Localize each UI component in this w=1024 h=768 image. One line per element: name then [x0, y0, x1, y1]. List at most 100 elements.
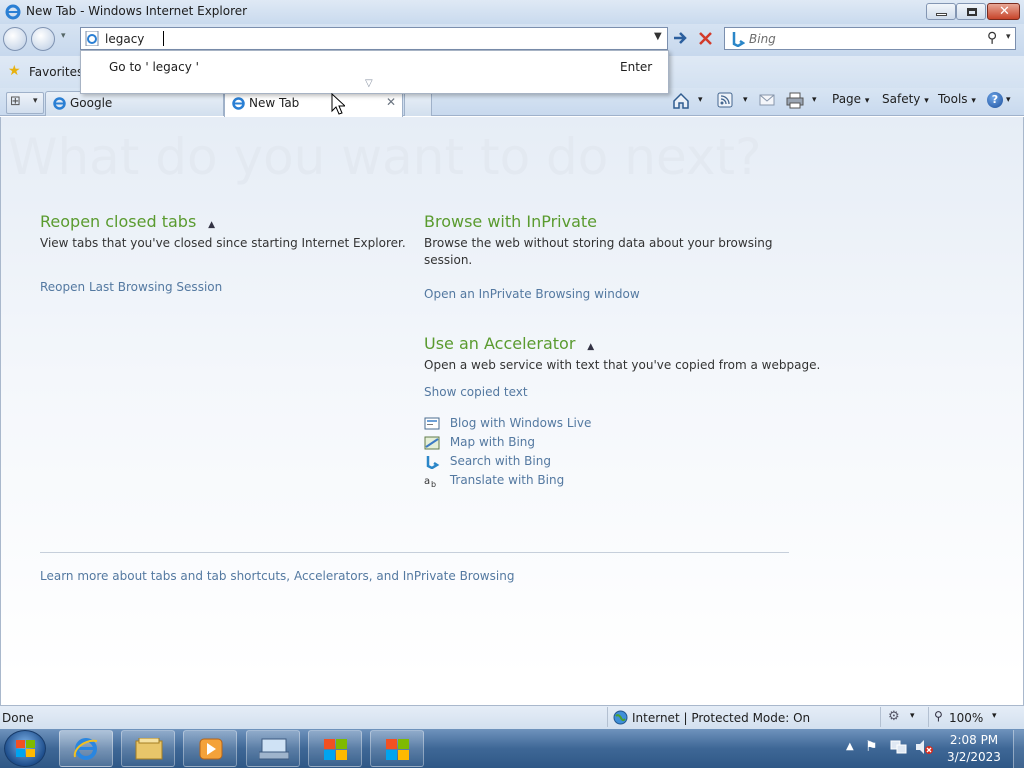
- clock-date: 3/2/2023: [947, 750, 1001, 764]
- ie-page-icon: [53, 97, 66, 110]
- ie-logo-icon: [5, 4, 21, 20]
- tools-menu-label: Tools: [938, 92, 968, 106]
- collapse-icon[interactable]: ▲: [587, 342, 594, 352]
- quick-tabs-button[interactable]: ⊞ ▾: [6, 92, 44, 114]
- taskbar-windows-app-2[interactable]: [370, 730, 424, 767]
- back-button[interactable]: [3, 27, 27, 51]
- favorites-button[interactable]: Favorites: [29, 65, 83, 79]
- media-player-icon: [199, 738, 223, 760]
- search-icon[interactable]: ⚲: [987, 30, 997, 46]
- address-input[interactable]: legacy: [105, 32, 144, 46]
- start-button[interactable]: [4, 730, 46, 767]
- text-cursor: [163, 31, 164, 46]
- bing-icon: [426, 455, 440, 469]
- windows-logo-icon: [16, 740, 35, 757]
- goto-suggestion[interactable]: Go to ' legacy ': [109, 60, 199, 74]
- map-icon: [424, 436, 440, 449]
- address-dropdown-icon[interactable]: ▼: [654, 31, 662, 42]
- address-bar[interactable]: legacy ▼: [80, 27, 668, 50]
- clock[interactable]: 2:08 PM 3/2/2023: [940, 733, 1008, 764]
- search-options-icon[interactable]: ▾: [1006, 32, 1011, 42]
- accelerator-description: Open a web service with text that you've…: [424, 358, 821, 372]
- show-hidden-icons[interactable]: ▲: [846, 741, 854, 752]
- translate-icon: ab: [424, 476, 436, 489]
- accelerator-item[interactable]: Search with Bing: [424, 454, 551, 469]
- security-zone[interactable]: Internet | Protected Mode: On: [632, 711, 810, 725]
- reopen-description: View tabs that you've closed since start…: [40, 236, 406, 250]
- status-divider: [928, 707, 929, 727]
- taskbar-media-player[interactable]: [183, 730, 237, 767]
- stop-x-icon: [699, 32, 712, 45]
- print-dropdown-icon[interactable]: ▾: [812, 95, 817, 105]
- open-inprivate-link[interactable]: Open an InPrivate Browsing window: [424, 287, 640, 301]
- close-tab-icon[interactable]: ✕: [386, 95, 396, 109]
- accelerator-item[interactable]: Map with Bing: [424, 435, 535, 450]
- accelerator-item[interactable]: ab Translate with Bing: [424, 473, 565, 489]
- page-menu[interactable]: Page ▾: [832, 92, 869, 106]
- stop-button[interactable]: [695, 28, 716, 49]
- ie-logo-icon: [73, 738, 98, 760]
- volume-muted-icon[interactable]: [914, 739, 934, 755]
- feeds-icon[interactable]: [717, 92, 733, 108]
- expand-suggestions-icon[interactable]: ▽: [365, 78, 373, 89]
- safety-menu[interactable]: Safety ▾: [882, 92, 929, 106]
- taskbar-ie[interactable]: [59, 730, 113, 767]
- feeds-dropdown-icon[interactable]: ▾: [743, 95, 748, 105]
- svg-text:a: a: [424, 476, 430, 487]
- page-icon: [85, 31, 99, 46]
- add-ons-icon[interactable]: ⚙: [888, 709, 900, 724]
- show-copied-text-link[interactable]: Show copied text: [424, 385, 528, 399]
- print-icon[interactable]: [786, 92, 804, 109]
- network-icon[interactable]: [890, 739, 908, 755]
- restore-button[interactable]: [956, 3, 986, 20]
- tab-list-dropdown-icon[interactable]: ▾: [33, 96, 38, 106]
- accelerator-item-label: Map with Bing: [449, 435, 536, 449]
- learn-more-link[interactable]: Learn more about tabs and tab shortcuts,…: [40, 569, 514, 583]
- bing-logo-icon: [732, 32, 745, 47]
- keyboard-icon: [259, 738, 289, 760]
- reopen-last-session-link[interactable]: Reopen Last Browsing Session: [40, 280, 222, 294]
- taskbar-windows-app[interactable]: [308, 730, 362, 767]
- accelerator-section: Use an Accelerator ▲: [424, 334, 594, 353]
- search-box[interactable]: Bing ⚲ ▾: [724, 27, 1016, 50]
- inprivate-title: Browse with InPrivate: [424, 212, 598, 231]
- tools-menu[interactable]: Tools ▾: [938, 92, 976, 106]
- home-icon[interactable]: [672, 92, 690, 110]
- tab-new-tab[interactable]: New Tab ✕: [224, 91, 403, 117]
- page-menu-label: Page: [832, 92, 862, 106]
- inprivate-description-line1: Browse the web without storing data abou…: [424, 236, 773, 250]
- collapse-icon[interactable]: ▲: [208, 220, 215, 230]
- page-heading: What do you want to do next?: [8, 128, 762, 186]
- home-dropdown-icon[interactable]: ▾: [698, 95, 703, 105]
- help-icon[interactable]: ?: [987, 92, 1003, 108]
- zoom-icon: ⚲: [934, 709, 943, 723]
- folder-icon: [135, 738, 163, 760]
- tab-google[interactable]: Google: [45, 91, 224, 116]
- safety-dropdown-icon: ▾: [924, 96, 929, 106]
- accelerator-item-label: Translate with Bing: [449, 473, 565, 487]
- ie-page-icon: [232, 97, 245, 110]
- zoom-dropdown-icon[interactable]: ▾: [992, 711, 997, 721]
- go-button[interactable]: [670, 28, 691, 49]
- taskbar-keyboard-app[interactable]: [246, 730, 300, 767]
- show-desktop-button[interactable]: [1013, 730, 1024, 768]
- recent-pages-dropdown-icon[interactable]: ▾: [61, 31, 66, 41]
- quick-tabs-icon: ⊞: [10, 94, 21, 109]
- tools-dropdown-icon: ▾: [971, 96, 976, 106]
- taskbar-explorer[interactable]: [121, 730, 175, 767]
- close-window-button[interactable]: ✕: [987, 3, 1020, 20]
- read-mail-icon[interactable]: [759, 94, 775, 107]
- accelerator-item-label: Blog with Windows Live: [449, 416, 592, 430]
- add-ons-dropdown-icon[interactable]: ▾: [910, 711, 915, 721]
- window-title: New Tab - Windows Internet Explorer: [26, 4, 248, 18]
- new-tab-button[interactable]: [404, 91, 432, 116]
- clock-time: 2:08 PM: [949, 733, 999, 747]
- minimize-button[interactable]: [926, 3, 956, 20]
- accelerator-item[interactable]: Blog with Windows Live: [424, 416, 591, 431]
- help-dropdown-icon[interactable]: ▾: [1006, 95, 1011, 105]
- action-center-flag-icon[interactable]: ⚑: [865, 739, 878, 755]
- zoom-level[interactable]: 100%: [949, 711, 983, 725]
- enter-hint: Enter: [620, 60, 653, 74]
- divider: [40, 552, 789, 553]
- forward-button[interactable]: [31, 27, 55, 51]
